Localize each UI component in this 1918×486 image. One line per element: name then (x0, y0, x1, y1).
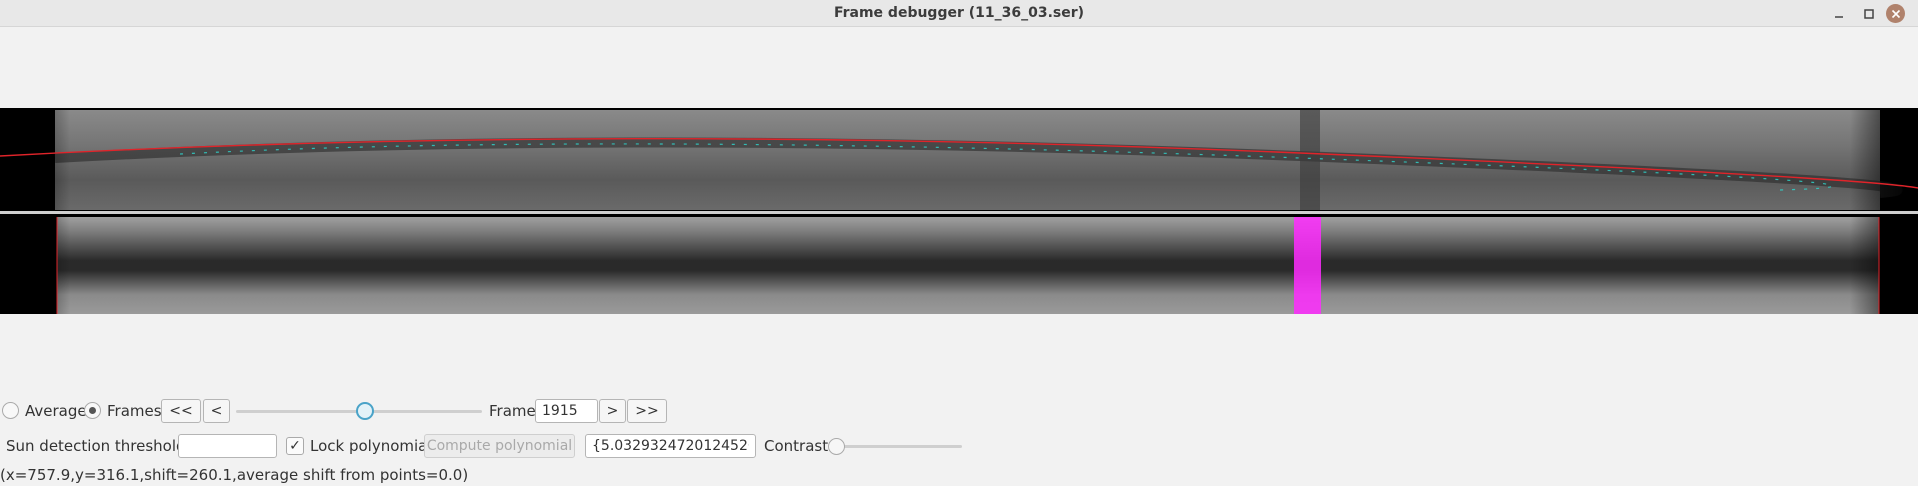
frames-label: Frames (107, 402, 162, 420)
frame-controls: Average Frames << < Frame > >> (0, 399, 1918, 423)
status-readout: (x=757.9,y=316.1,shift=260.1,average shi… (0, 466, 469, 484)
spectral-frame-image (0, 110, 1918, 314)
contrast-label: Contrast (764, 437, 829, 455)
first-frame-button[interactable]: << (161, 399, 201, 423)
threshold-label: Sun detection threshold (6, 437, 186, 455)
frame-label: Frame (489, 402, 536, 420)
average-label: Average (25, 402, 87, 420)
next-frame-button[interactable]: > (599, 399, 626, 423)
window-title: Frame debugger (11_36_03.ser) (833, 5, 1085, 21)
threshold-input[interactable] (178, 434, 277, 458)
contrast-slider-handle[interactable] (828, 438, 845, 455)
polynomial-coefficients-input[interactable] (585, 434, 756, 458)
lock-polynomial-checkbox[interactable]: ✓ (286, 437, 304, 455)
lock-polynomial-label: Lock polynomial (310, 437, 432, 455)
frame-slider-handle[interactable] (356, 402, 374, 420)
compute-polynomial-button[interactable]: Compute polynomial (424, 434, 575, 458)
minimize-icon[interactable] (1829, 4, 1849, 24)
detection-controls: Sun detection threshold ✓ Lock polynomia… (0, 434, 1918, 459)
last-frame-button[interactable]: >> (627, 399, 667, 423)
frame-number-input[interactable] (535, 399, 598, 423)
close-icon[interactable] (1886, 4, 1905, 23)
maximize-icon[interactable] (1859, 4, 1879, 24)
previous-frame-button[interactable]: < (203, 399, 230, 423)
contrast-slider-track[interactable] (836, 445, 962, 448)
title-bar: Frame debugger (11_36_03.ser) (0, 0, 1918, 27)
average-radio[interactable] (2, 402, 19, 419)
frames-radio[interactable] (84, 402, 101, 419)
frame-image-viewer[interactable] (0, 108, 1918, 314)
